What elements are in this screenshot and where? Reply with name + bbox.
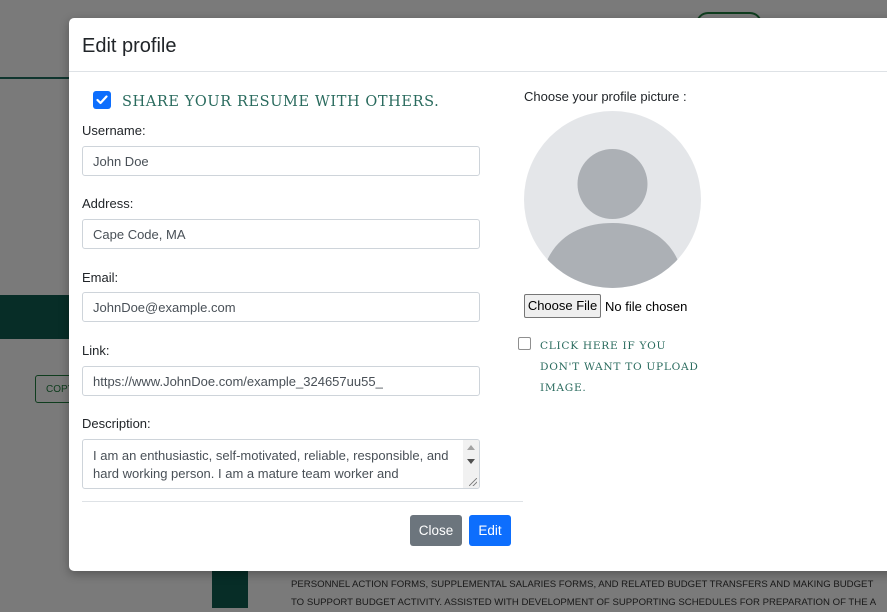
checkmark-icon bbox=[96, 95, 108, 105]
modal-header: Edit profile bbox=[69, 18, 887, 72]
avatar bbox=[524, 111, 701, 288]
address-input[interactable] bbox=[82, 219, 480, 249]
description-text: I am an enthusiastic, self-motivated, re… bbox=[93, 448, 449, 481]
modal-title: Edit profile bbox=[82, 35, 177, 57]
edit-profile-modal: Edit profile Share your resume with othe… bbox=[69, 18, 887, 571]
share-resume-label[interactable]: Share your resume with others. bbox=[122, 94, 439, 110]
no-upload-label[interactable]: Click here if you don't want to upload i… bbox=[540, 336, 710, 399]
resize-handle-icon[interactable] bbox=[469, 478, 477, 486]
username-input[interactable] bbox=[82, 146, 480, 176]
description-textarea[interactable]: I am an enthusiastic, self-motivated, re… bbox=[82, 439, 480, 489]
description-label: Description: bbox=[82, 416, 151, 431]
edit-button[interactable]: Edit bbox=[469, 515, 511, 546]
modal-footer-divider bbox=[82, 501, 523, 502]
scroll-down-arrow-icon[interactable] bbox=[467, 459, 475, 464]
link-input[interactable] bbox=[82, 366, 480, 396]
email-input[interactable] bbox=[82, 292, 480, 322]
profile-picture-label: Choose your profile picture : bbox=[524, 89, 687, 104]
close-button[interactable]: Close bbox=[410, 515, 462, 546]
link-label: Link: bbox=[82, 343, 110, 358]
address-label: Address: bbox=[82, 196, 134, 211]
scroll-up-arrow-icon[interactable] bbox=[467, 445, 475, 450]
file-status-text: No file chosen bbox=[605, 299, 688, 314]
share-resume-checkbox[interactable] bbox=[93, 91, 111, 109]
email-label: Email: bbox=[82, 270, 119, 285]
no-upload-checkbox[interactable] bbox=[518, 337, 531, 350]
choose-file-button[interactable]: Choose File bbox=[524, 294, 601, 318]
username-label: Username: bbox=[82, 123, 146, 138]
user-silhouette-icon bbox=[546, 149, 679, 288]
